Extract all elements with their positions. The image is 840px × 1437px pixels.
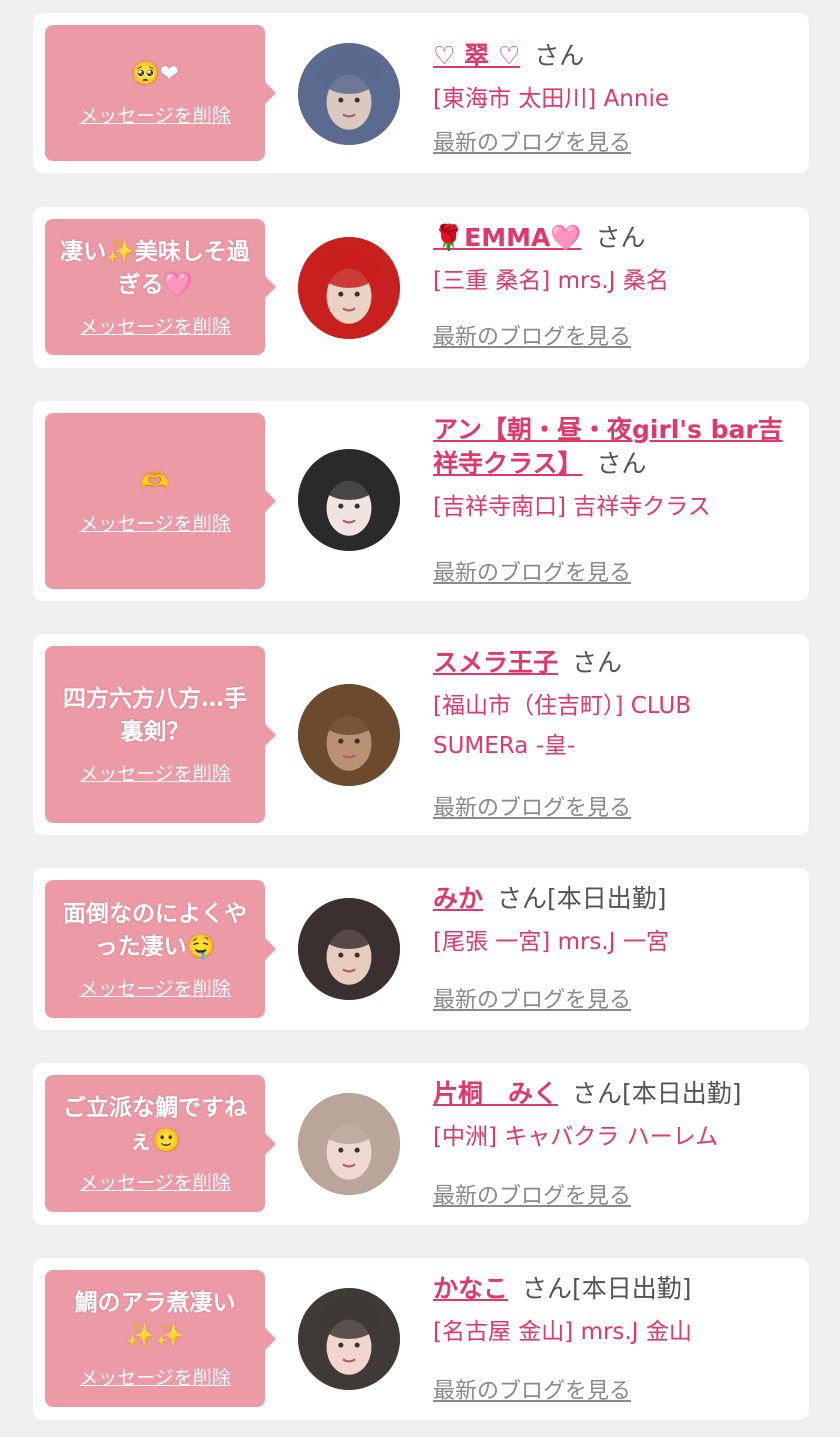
avatar-photo-icon	[298, 1093, 400, 1195]
sender-name-link[interactable]: 🌹EMMA🩷	[433, 223, 581, 252]
message-bubble: 凄い✨美味しそ過ぎる🩷 メッセージを削除	[45, 219, 276, 355]
sender-name-line: アン【朝・昼・夜girl's bar吉祥寺クラス】 さん	[433, 413, 783, 481]
shop-name: [東海市 太田川] Annie	[433, 86, 669, 112]
avatar[interactable]	[298, 898, 400, 1000]
sender-name-link[interactable]: かなこ	[433, 1274, 508, 1303]
shop-name: [名古屋 金山] mrs.J 金山	[433, 1319, 692, 1345]
avatar[interactable]	[298, 449, 400, 551]
message-card: 凄い✨美味しそ過ぎる🩷 メッセージを削除 🌹EMMA🩷 さん [三重 桑名] mr…	[33, 207, 809, 368]
message-card: 面倒なのによくやった凄い🤤 メッセージを削除 みか さん[本日出勤] [尾張 一宮…	[33, 868, 809, 1030]
avatar-photo-icon	[298, 449, 400, 551]
shop-name: [吉祥寺南口] 吉祥寺クラス	[433, 494, 711, 520]
sender-name-link[interactable]: スメラ王子	[433, 648, 558, 677]
sender-name-link[interactable]: みか	[433, 884, 483, 913]
honorific-status: さん	[534, 41, 585, 70]
latest-blog-link[interactable]: 最新のブログを見る	[433, 319, 631, 351]
sender-name-line: かなこ さん[本日出勤]	[433, 1272, 783, 1306]
sender-name-line: スメラ王子 さん	[433, 646, 783, 680]
message-text: 🫶	[140, 469, 170, 495]
honorific-status: さん[本日出勤]	[522, 1274, 692, 1303]
latest-blog-link[interactable]: 最新のブログを見る	[433, 982, 631, 1014]
message-bubble: 🫶 メッセージを削除	[45, 413, 276, 589]
delete-message-link[interactable]: メッセージを削除	[79, 1168, 231, 1195]
avatar[interactable]	[298, 43, 400, 145]
avatar-photo-icon	[298, 684, 400, 786]
message-card: 鯛のアラ煮凄い✨✨ メッセージを削除 かなこ さん[本日出勤] [名古屋 金山] …	[33, 1258, 809, 1420]
message-bubble: ご立派な鯛ですねぇ🙂 メッセージを削除	[45, 1075, 276, 1212]
avatar[interactable]	[298, 1288, 400, 1390]
avatar-photo-icon	[298, 1288, 400, 1390]
avatar[interactable]	[298, 1093, 400, 1195]
message-text: 凄い✨美味しそ過ぎる🩷	[60, 238, 250, 298]
sender-name-link[interactable]: 片桐 みく	[433, 1079, 558, 1108]
message-text: 四方六方八方…手裏剣？	[63, 686, 247, 745]
message-bubble: 鯛のアラ煮凄い✨✨ メッセージを削除	[45, 1270, 276, 1407]
honorific-status: さん	[572, 648, 623, 677]
message-card: 四方六方八方…手裏剣？ メッセージを削除 スメラ王子 さん [福山市（住吉町）] …	[33, 634, 809, 835]
honorific-status: さん	[596, 449, 647, 478]
avatar-photo-icon	[298, 237, 400, 339]
avatar-photo-icon	[298, 43, 400, 145]
sender-name-line: 🌹EMMA🩷 さん	[433, 221, 783, 255]
avatar-photo-icon	[298, 898, 400, 1000]
honorific-status: さん[本日出勤]	[497, 884, 667, 913]
shop-name: [三重 桑名] mrs.J 桑名	[433, 268, 669, 294]
avatar[interactable]	[298, 684, 400, 786]
message-text: 鯛のアラ煮凄い✨✨	[74, 1290, 236, 1349]
message-bubble: 四方六方八方…手裏剣？ メッセージを削除	[45, 646, 276, 823]
message-bubble: 面倒なのによくやった凄い🤤 メッセージを削除	[45, 880, 276, 1018]
message-bubble: 🥺❤ メッセージを削除	[45, 25, 276, 161]
latest-blog-link[interactable]: 最新のブログを見る	[433, 555, 631, 587]
latest-blog-link[interactable]: 最新のブログを見る	[433, 125, 631, 157]
shop-name: [中洲] キャバクラ ハーレム	[433, 1124, 719, 1150]
message-card: 🥺❤ メッセージを削除 ♡ 翠 ♡ さん [東海市 太田川] Annie 最新のブ…	[33, 13, 809, 173]
honorific-status: さん	[595, 223, 646, 252]
message-card: ご立派な鯛ですねぇ🙂 メッセージを削除 片桐 みく さん[本日出勤] [中洲] キ…	[33, 1063, 809, 1225]
shop-name: [福山市（住吉町）] CLUB SUMERa -皇-	[433, 693, 692, 759]
sender-name-link[interactable]: ♡ 翠 ♡	[433, 41, 520, 70]
honorific-status: さん[本日出勤]	[572, 1079, 742, 1108]
delete-message-link[interactable]: メッセージを削除	[79, 312, 231, 339]
sender-name-line: ♡ 翠 ♡ さん	[433, 39, 783, 73]
delete-message-link[interactable]: メッセージを削除	[79, 1363, 231, 1390]
latest-blog-link[interactable]: 最新のブログを見る	[433, 1178, 631, 1210]
message-card: 🫶 メッセージを削除 アン【朝・昼・夜girl's bar吉祥寺クラス】 さん […	[33, 401, 809, 601]
sender-name-line: 片桐 みく さん[本日出勤]	[433, 1077, 783, 1111]
delete-message-link[interactable]: メッセージを削除	[79, 101, 231, 128]
message-text: 🥺❤	[131, 61, 179, 87]
latest-blog-link[interactable]: 最新のブログを見る	[433, 790, 631, 822]
message-text: ご立派な鯛ですねぇ🙂	[63, 1095, 247, 1154]
delete-message-link[interactable]: メッセージを削除	[79, 509, 231, 536]
avatar[interactable]	[298, 237, 400, 339]
delete-message-link[interactable]: メッセージを削除	[79, 974, 231, 1001]
latest-blog-link[interactable]: 最新のブログを見る	[433, 1373, 631, 1405]
message-text: 面倒なのによくやった凄い🤤	[63, 900, 247, 960]
shop-name: [尾張 一宮] mrs.J 一宮	[433, 929, 669, 955]
sender-name-line: みか さん[本日出勤]	[433, 882, 783, 916]
delete-message-link[interactable]: メッセージを削除	[79, 759, 231, 786]
